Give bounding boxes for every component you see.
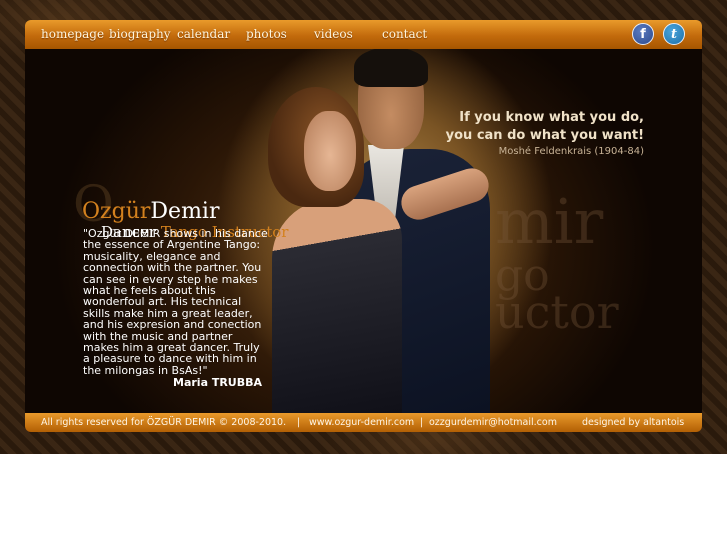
woman-face [304, 111, 356, 191]
footer-website-link[interactable]: www.ozgur-demir.com [309, 413, 414, 432]
quote-line-1: If you know what you do, [459, 110, 644, 125]
quote-line-2: you can do what you want! [445, 128, 644, 143]
brand-first-name: Ozgür [82, 199, 151, 224]
top-navigation-bar: homepage biography calendar photos video… [25, 20, 702, 49]
footer-separator: | [297, 417, 301, 428]
nav-contact[interactable]: contact [382, 27, 427, 41]
hero-banner: O mir go uctor If you know what you do, … [25, 49, 702, 413]
nav-photos[interactable]: photos [246, 27, 287, 41]
brand-last-name: Demir [150, 199, 220, 224]
footer-credit: designed by altantois [582, 417, 685, 428]
footer-bar: All rights reserved for ÖZGÜR DEMIR © 20… [25, 413, 702, 432]
woman-dress [272, 199, 402, 413]
nav-biography[interactable]: biography [109, 27, 171, 41]
background-watermark-instructor: uctor [495, 285, 619, 339]
nav-videos[interactable]: videos [314, 27, 353, 41]
man-hair [354, 49, 428, 87]
facebook-icon[interactable]: f [632, 23, 654, 45]
footer-separator: | [420, 417, 424, 428]
feldenkrais-quote: If you know what you do, you can do what… [446, 109, 644, 159]
footer-email-link[interactable]: ozzgurdemir@hotmail.com [429, 413, 557, 432]
testimonial-author: Maria TRUBBA [173, 376, 263, 389]
nav-homepage[interactable]: homepage [41, 27, 104, 41]
nav-calendar[interactable]: calendar [177, 27, 230, 41]
testimonial-text: "Ozgür DEMIR shows in his dance the esse… [83, 227, 268, 377]
brand-name: OzgürDemir [82, 199, 219, 224]
footer-copyright: All rights reserved for ÖZGÜR DEMIR © 20… [41, 417, 287, 428]
background-watermark-name: mir [495, 185, 604, 258]
twitter-icon[interactable]: t [663, 23, 685, 45]
quote-author: Moshé Feldenkrais (1904-84) [498, 146, 644, 157]
